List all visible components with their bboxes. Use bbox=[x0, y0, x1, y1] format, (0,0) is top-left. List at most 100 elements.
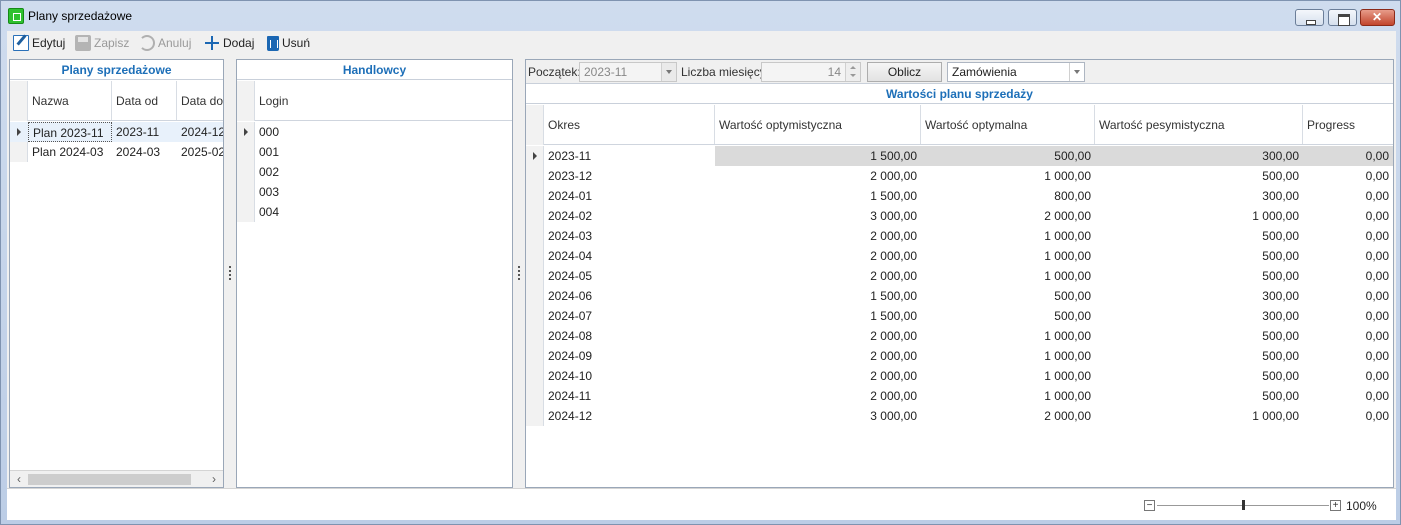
progress-value[interactable]: 0,00 bbox=[1303, 246, 1393, 266]
salesperson-login[interactable]: 002 bbox=[255, 162, 455, 182]
column-header-progress[interactable]: Progress bbox=[1303, 105, 1393, 144]
splitter-left[interactable] bbox=[229, 266, 232, 282]
maximize-button[interactable] bbox=[1328, 9, 1357, 26]
optimistic-value[interactable]: 2 000,00 bbox=[715, 246, 921, 266]
column-header-date-to[interactable]: Data do bbox=[177, 81, 223, 120]
list-item[interactable]: 002 bbox=[237, 162, 512, 182]
optimal-value[interactable]: 1 000,00 bbox=[921, 226, 1095, 246]
table-row[interactable]: 2023-12 2 000,00 1 000,00 500,00 0,00 bbox=[526, 166, 1393, 186]
period-cell[interactable]: 2024-03 bbox=[544, 226, 715, 246]
pessimistic-value[interactable]: 500,00 bbox=[1095, 266, 1303, 286]
progress-value[interactable]: 0,00 bbox=[1303, 346, 1393, 366]
progress-value[interactable]: 0,00 bbox=[1303, 386, 1393, 406]
table-row[interactable]: 2024-07 1 500,00 500,00 300,00 0,00 bbox=[526, 306, 1393, 326]
table-row[interactable]: 2024-12 3 000,00 2 000,00 1 000,00 0,00 bbox=[526, 406, 1393, 426]
add-button[interactable]: Dodaj bbox=[204, 34, 254, 52]
optimal-value[interactable]: 500,00 bbox=[921, 306, 1095, 326]
table-row[interactable]: Plan 2023-11 2023-11 2024-12 bbox=[10, 122, 223, 142]
column-header-optimal[interactable]: Wartość optymalna bbox=[921, 105, 1095, 144]
optimistic-value[interactable]: 1 500,00 bbox=[715, 146, 921, 166]
period-cell[interactable]: 2024-01 bbox=[544, 186, 715, 206]
pessimistic-value[interactable]: 500,00 bbox=[1095, 246, 1303, 266]
optimal-value[interactable]: 1 000,00 bbox=[921, 166, 1095, 186]
source-select[interactable]: Zamówienia bbox=[947, 62, 1085, 82]
table-row[interactable]: Plan 2024-03 2024-03 2025-02 bbox=[10, 142, 223, 162]
table-row[interactable]: 2023-11 1 500,00 500,00 300,00 0,00 bbox=[526, 146, 1393, 166]
list-item[interactable]: 003 bbox=[237, 182, 512, 202]
period-cell[interactable]: 2024-10 bbox=[544, 366, 715, 386]
pessimistic-value[interactable]: 300,00 bbox=[1095, 146, 1303, 166]
table-row[interactable]: 2024-11 2 000,00 1 000,00 500,00 0,00 bbox=[526, 386, 1393, 406]
scrollbar-thumb[interactable] bbox=[28, 474, 191, 485]
optimistic-value[interactable]: 3 000,00 bbox=[715, 206, 921, 226]
table-row[interactable]: 2024-10 2 000,00 1 000,00 500,00 0,00 bbox=[526, 366, 1393, 386]
optimistic-value[interactable]: 3 000,00 bbox=[715, 406, 921, 426]
splitter-right[interactable] bbox=[518, 266, 521, 282]
optimistic-value[interactable]: 2 000,00 bbox=[715, 366, 921, 386]
plan-date-from[interactable]: 2023-11 bbox=[112, 122, 177, 142]
pessimistic-value[interactable]: 500,00 bbox=[1095, 366, 1303, 386]
optimistic-value[interactable]: 2 000,00 bbox=[715, 326, 921, 346]
progress-value[interactable]: 0,00 bbox=[1303, 306, 1393, 326]
salesperson-login[interactable]: 000 bbox=[255, 122, 455, 142]
close-button[interactable] bbox=[1360, 9, 1395, 26]
delete-button[interactable]: Usuń bbox=[265, 34, 310, 52]
period-cell[interactable]: 2024-12 bbox=[544, 406, 715, 426]
optimistic-value[interactable]: 1 500,00 bbox=[715, 286, 921, 306]
column-header-pessimistic[interactable]: Wartość pesymistyczna bbox=[1095, 105, 1303, 144]
progress-value[interactable]: 0,00 bbox=[1303, 406, 1393, 426]
salesperson-login[interactable]: 004 bbox=[255, 202, 455, 222]
period-cell[interactable]: 2024-02 bbox=[544, 206, 715, 226]
cancel-button[interactable]: Anuluj bbox=[139, 34, 191, 52]
optimal-value[interactable]: 1 000,00 bbox=[921, 366, 1095, 386]
table-row[interactable]: 2024-09 2 000,00 1 000,00 500,00 0,00 bbox=[526, 346, 1393, 366]
table-row[interactable]: 2024-03 2 000,00 1 000,00 500,00 0,00 bbox=[526, 226, 1393, 246]
column-header-name[interactable]: Nazwa bbox=[28, 81, 112, 120]
column-header-login[interactable]: Login bbox=[255, 81, 512, 120]
pessimistic-value[interactable]: 500,00 bbox=[1095, 386, 1303, 406]
salesperson-login[interactable]: 003 bbox=[255, 182, 455, 202]
column-header-period[interactable]: Okres bbox=[544, 105, 715, 144]
optimal-value[interactable]: 1 000,00 bbox=[921, 246, 1095, 266]
list-item[interactable]: 001 bbox=[237, 142, 512, 162]
progress-value[interactable]: 0,00 bbox=[1303, 226, 1393, 246]
optimal-value[interactable]: 1 000,00 bbox=[921, 346, 1095, 366]
zoom-slider-thumb[interactable] bbox=[1242, 500, 1245, 510]
save-button[interactable]: Zapisz bbox=[75, 34, 129, 52]
chevron-down-icon[interactable] bbox=[661, 63, 676, 81]
period-cell[interactable]: 2024-09 bbox=[544, 346, 715, 366]
optimal-value[interactable]: 500,00 bbox=[921, 286, 1095, 306]
progress-value[interactable]: 0,00 bbox=[1303, 206, 1393, 226]
list-item[interactable]: 000 bbox=[237, 122, 512, 142]
pessimistic-value[interactable]: 300,00 bbox=[1095, 286, 1303, 306]
edit-button[interactable]: Edytuj bbox=[13, 34, 65, 52]
plans-horizontal-scrollbar[interactable]: ‹ › bbox=[10, 470, 223, 487]
column-header-date-from[interactable]: Data od bbox=[112, 81, 177, 120]
progress-value[interactable]: 0,00 bbox=[1303, 166, 1393, 186]
progress-value[interactable]: 0,00 bbox=[1303, 186, 1393, 206]
plan-name[interactable]: Plan 2023-11 bbox=[28, 122, 112, 142]
pessimistic-value[interactable]: 300,00 bbox=[1095, 186, 1303, 206]
pessimistic-value[interactable]: 1 000,00 bbox=[1095, 206, 1303, 226]
optimistic-value[interactable]: 2 000,00 bbox=[715, 386, 921, 406]
pessimistic-value[interactable]: 500,00 bbox=[1095, 166, 1303, 186]
optimal-value[interactable]: 500,00 bbox=[921, 146, 1095, 166]
pessimistic-value[interactable]: 500,00 bbox=[1095, 326, 1303, 346]
column-header-optimistic[interactable]: Wartość optymistyczna bbox=[715, 105, 921, 144]
period-cell[interactable]: 2024-06 bbox=[544, 286, 715, 306]
optimal-value[interactable]: 2 000,00 bbox=[921, 206, 1095, 226]
plan-date-to[interactable]: 2024-12 bbox=[177, 122, 223, 142]
zoom-in-button[interactable]: + bbox=[1330, 500, 1341, 511]
optimal-value[interactable]: 2 000,00 bbox=[921, 406, 1095, 426]
pessimistic-value[interactable]: 1 000,00 bbox=[1095, 406, 1303, 426]
pessimistic-value[interactable]: 300,00 bbox=[1095, 306, 1303, 326]
period-cell[interactable]: 2024-11 bbox=[544, 386, 715, 406]
period-cell[interactable]: 2023-12 bbox=[544, 166, 715, 186]
period-cell[interactable]: 2024-07 bbox=[544, 306, 715, 326]
optimal-value[interactable]: 1 000,00 bbox=[921, 266, 1095, 286]
chevron-down-icon[interactable] bbox=[1069, 63, 1084, 81]
months-stepper[interactable]: 14 bbox=[761, 62, 861, 82]
salesperson-login[interactable]: 001 bbox=[255, 142, 455, 162]
period-cell[interactable]: 2023-11 bbox=[544, 146, 715, 166]
plan-date-from[interactable]: 2024-03 bbox=[112, 142, 177, 162]
